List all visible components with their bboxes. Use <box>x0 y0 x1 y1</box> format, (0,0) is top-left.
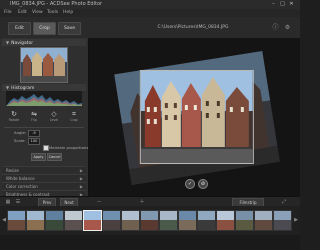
filmstrip: ◀ ▶ <box>0 206 300 235</box>
angle-label: Angle: <box>14 130 27 135</box>
scale-label: Scale: <box>14 138 26 143</box>
menu-bar: File Edit View Tools Help <box>0 9 300 17</box>
settings-icon[interactable]: ⚙ <box>284 24 291 31</box>
scale-input[interactable]: 100 <box>28 138 40 145</box>
section-white-balance[interactable]: White balance ▶ <box>2 174 86 181</box>
main-toolbar: Edit Crop Save C:\Users\Pictures\IMG_083… <box>0 17 300 39</box>
maximize-button[interactable]: □ <box>279 1 286 7</box>
navigator-header[interactable]: ▼ Navigator <box>2 39 86 46</box>
chevron-right-icon: ▶ <box>79 176 83 181</box>
zoom-in-icon[interactable]: ＋ <box>138 198 146 206</box>
window-title: IMG_0834.JPG - ACDSee Photo Editor <box>10 1 103 7</box>
histogram-header[interactable]: ▼ Histogram <box>2 84 86 91</box>
list-view-icon[interactable]: ☰ <box>14 198 22 206</box>
info-icon[interactable]: ⓘ <box>272 24 279 31</box>
panel-divider <box>4 127 84 128</box>
flip-tool[interactable]: ⇋ Flip <box>28 110 40 122</box>
angle-input[interactable]: -9 <box>28 130 40 137</box>
rotate-tool[interactable]: ↻ Rotate <box>8 110 20 122</box>
chevron-right-icon: ▶ <box>79 168 83 173</box>
navigator-photo <box>21 48 67 82</box>
menu-help[interactable]: Help <box>63 10 73 15</box>
crop-photo <box>140 71 253 164</box>
flip-icon: ⇋ <box>31 110 37 118</box>
close-button[interactable]: ✕ <box>288 1 295 7</box>
edit-mode-button[interactable]: Edit <box>8 22 31 35</box>
menu-file[interactable]: File <box>4 10 12 15</box>
level-tool[interactable]: ◇ Level <box>48 110 60 122</box>
crop-mode-button[interactable]: Crop <box>33 22 56 35</box>
film-thumbnail[interactable] <box>26 210 45 231</box>
film-thumbnail[interactable] <box>159 210 178 231</box>
film-thumbnail[interactable] <box>216 210 235 231</box>
film-thumbnail[interactable] <box>197 210 216 231</box>
film-thumbnail[interactable] <box>178 210 197 231</box>
collapse-arrow-icon: ▼ <box>6 40 10 45</box>
apply-button[interactable]: Apply <box>31 153 46 161</box>
film-thumbnail[interactable] <box>235 210 254 231</box>
image-canvas[interactable]: ✓ ⊘ <box>89 38 300 196</box>
film-thumbnail[interactable] <box>121 210 140 231</box>
chevron-right-icon: ▶ <box>79 184 83 189</box>
transform-tools: ↻ Rotate ⇋ Flip ◇ Level ⌗ Crop <box>8 110 80 124</box>
crop-region[interactable] <box>139 70 254 165</box>
histogram-graph <box>6 94 82 106</box>
section-resize[interactable]: Resize ▶ <box>2 166 86 173</box>
menu-edit[interactable]: Edit <box>18 10 27 15</box>
film-thumbnail[interactable] <box>64 210 83 231</box>
maintain-proportions-label: Maintain proportions <box>49 145 89 150</box>
scroll-right-icon[interactable]: ▶ <box>292 216 300 224</box>
cancel-button[interactable]: Cancel <box>47 153 62 161</box>
film-thumbnail[interactable] <box>102 210 121 231</box>
grid-view-icon[interactable]: ▦ <box>4 198 12 206</box>
menu-tools[interactable]: Tools <box>47 10 58 15</box>
rotated-image[interactable] <box>114 50 280 186</box>
check-icon[interactable]: ✓ <box>185 179 195 189</box>
collapse-arrow-icon: ▼ <box>6 85 10 90</box>
rotate-icon: ↻ <box>11 110 17 118</box>
film-thumbnail-selected[interactable] <box>83 210 102 231</box>
file-path: C:\Users\Pictures\IMG_0834.JPG <box>157 25 229 30</box>
zoom-out-icon[interactable]: － <box>95 198 103 206</box>
section-color-correction[interactable]: Color correction ▶ <box>2 182 86 189</box>
cancel-icon[interactable]: ⊘ <box>198 179 208 189</box>
film-thumbnail[interactable] <box>273 210 292 231</box>
film-thumbnail[interactable] <box>7 210 26 231</box>
straighten-icon: ◇ <box>51 110 57 118</box>
film-thumbnail[interactable] <box>140 210 159 231</box>
menu-view[interactable]: View <box>32 10 43 15</box>
navigator-thumbnail[interactable] <box>20 47 68 83</box>
status-bar <box>0 235 300 250</box>
fullscreen-icon[interactable]: ⤢ <box>280 198 288 206</box>
minimize-button[interactable]: – <box>270 1 277 7</box>
crop-tool[interactable]: ⌗ Crop <box>68 110 80 122</box>
save-button[interactable]: Save <box>58 22 81 35</box>
crop-icon: ⌗ <box>72 110 76 118</box>
film-thumbnail[interactable] <box>45 210 64 231</box>
film-thumbnail[interactable] <box>254 210 273 231</box>
histogram <box>6 91 82 106</box>
